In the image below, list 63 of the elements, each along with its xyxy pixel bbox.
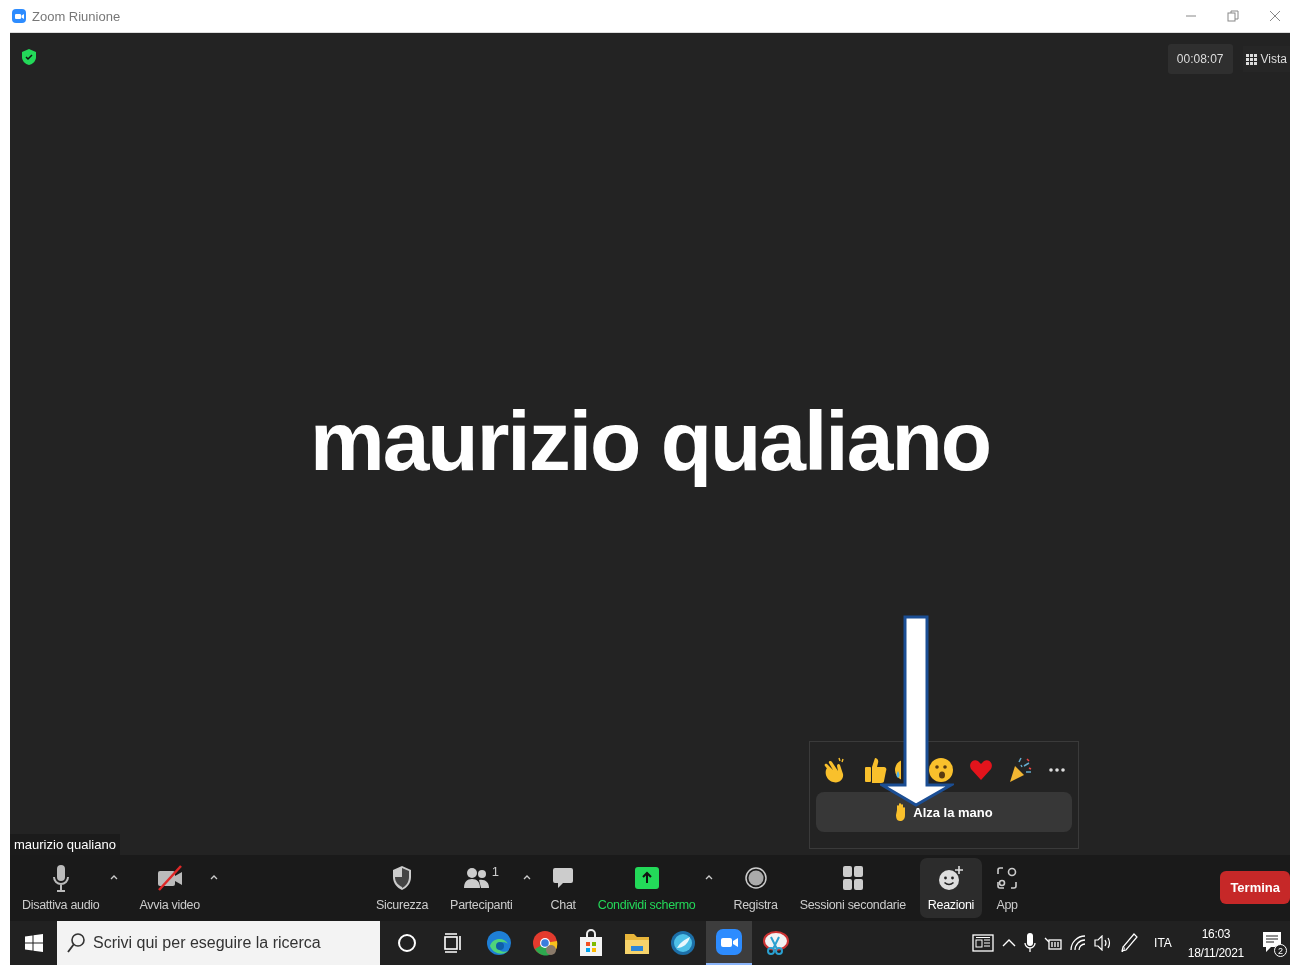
microphone-icon[interactable]	[1024, 933, 1037, 953]
speaker-icon[interactable]	[1094, 935, 1113, 951]
caret-up-icon[interactable]	[209, 874, 218, 880]
caret-up-icon[interactable]	[109, 874, 118, 880]
toolbar-button[interactable]: Registra	[725, 858, 786, 918]
notification-icon[interactable]	[1262, 931, 1282, 953]
chat-bubble-icon	[551, 866, 576, 890]
participant-name: maurizio qualiano	[308, 393, 992, 490]
apps-icon	[996, 866, 1019, 890]
toolbar-button[interactable]: Condividi schermo	[589, 858, 704, 918]
clock-time[interactable]: 16:03	[1201, 926, 1231, 941]
toolbar-button[interactable]: Reazioni	[919, 858, 983, 918]
clock-date[interactable]: 18/11/2021	[1187, 945, 1244, 960]
heart-icon[interactable]	[968, 758, 993, 782]
microphone-icon	[50, 864, 71, 892]
raise-hand-button[interactable]: Alza la mano	[816, 792, 1072, 832]
shield-check-icon	[22, 49, 36, 65]
search-icon	[67, 933, 85, 953]
meeting-timer: 00:08:07	[1167, 44, 1233, 74]
grid-icon	[841, 865, 864, 891]
news-icon[interactable]	[972, 934, 995, 952]
grid-icon	[1245, 53, 1257, 65]
caret-up-icon[interactable]	[522, 874, 531, 880]
language-indicator[interactable]: ITA	[1154, 936, 1172, 950]
record-icon	[744, 867, 767, 889]
toolbar-button[interactable]: Sicurezza	[367, 858, 437, 918]
end-meeting-button[interactable]: Termina	[1220, 870, 1290, 904]
pen-icon[interactable]	[1120, 933, 1139, 953]
video-camera-icon[interactable]	[716, 929, 742, 955]
toolbar-button[interactable]: Sessioni secondarie	[791, 858, 914, 918]
shopping-bag-icon[interactable]	[579, 929, 603, 957]
shield-icon	[391, 865, 413, 891]
close-icon[interactable]	[1268, 9, 1282, 23]
smiley-plus-icon	[937, 865, 964, 891]
toolbar-button[interactable]: Chat	[542, 858, 584, 918]
share-screen-icon	[634, 867, 659, 889]
task-view-icon[interactable]	[443, 932, 463, 954]
thumbs-up-icon[interactable]	[862, 756, 887, 784]
party-popper-icon[interactable]	[1007, 756, 1034, 784]
caret-up-icon[interactable]	[705, 874, 714, 880]
notification-count: 2	[1274, 944, 1287, 957]
search-field[interactable]: Scrivi qui per eseguire la ricerca	[57, 921, 380, 965]
globe-icon[interactable]	[670, 930, 696, 956]
raised-hand-icon	[895, 803, 908, 821]
windows-icon[interactable]	[24, 934, 43, 952]
paint-scissors-icon[interactable]	[761, 929, 789, 957]
toolbar-button[interactable]: App	[988, 858, 1027, 918]
name-tag: maurizio qualiano	[10, 834, 120, 855]
people-icon	[463, 867, 490, 889]
browser-circle-icon[interactable]	[531, 929, 559, 957]
toolbar-button[interactable]: Avvia video	[131, 858, 208, 918]
circle-icon[interactable]	[396, 932, 418, 954]
window-title: Zoom Riunione	[32, 8, 122, 24]
toolbar-button[interactable]: Disattiva audio	[14, 858, 108, 918]
browser-wave-icon[interactable]	[485, 929, 513, 957]
surprised-face-icon[interactable]	[927, 756, 954, 784]
toolbar-button[interactable]: 1 Partecipanti	[442, 858, 521, 918]
more-icon[interactable]	[1047, 767, 1066, 773]
folder-icon[interactable]	[624, 931, 650, 955]
wifi-icon[interactable]	[1070, 935, 1087, 951]
video-off-icon	[155, 865, 184, 891]
participant-count: 1	[491, 864, 499, 879]
battery-plug-icon[interactable]	[1044, 936, 1063, 950]
